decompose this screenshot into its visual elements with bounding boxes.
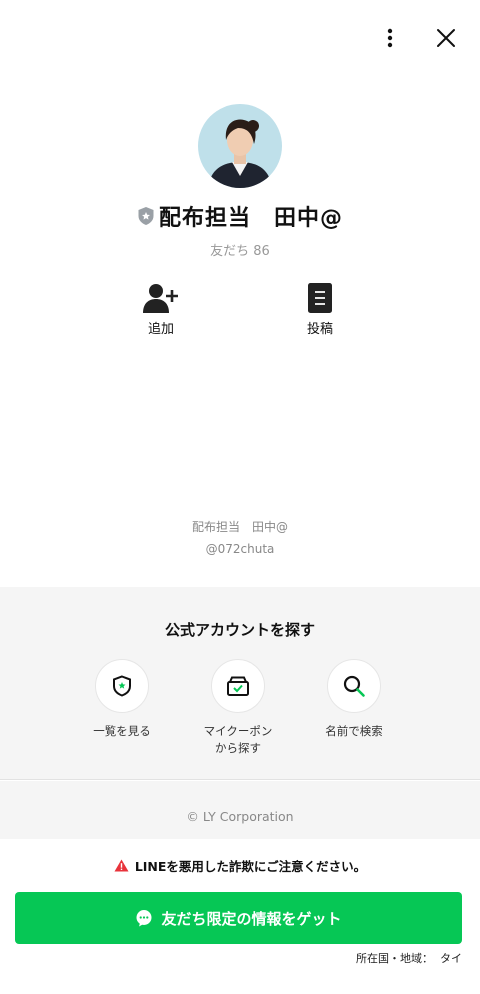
account-id: @072chuta [205, 542, 275, 556]
account-name: 配布担当 田中@ [158, 206, 343, 231]
search-by-name-label: 名前で検索 [325, 724, 383, 738]
shield-star-icon [113, 675, 131, 697]
add-friend-label: 追加 [147, 322, 174, 337]
get-friend-info-button[interactable]: 友だち限定の情報をゲット [15, 892, 462, 944]
account-display-name: 配布担当 田中@ [191, 520, 288, 534]
search-icon [343, 675, 365, 697]
post-label: 投稿 [306, 322, 333, 337]
search-by-name-button[interactable]: 名前で検索 [294, 659, 414, 740]
region-text: 所在国・地域： タイ [356, 952, 462, 965]
more-vertical-icon [387, 28, 393, 48]
cta-label: 友だち限定の情報をゲット [161, 909, 342, 928]
footer: © LY Corporation [0, 781, 480, 839]
chat-bubble-icon [136, 910, 152, 927]
discover-section: 公式アカウントを探す 一覧を見る マイクーポン から探す 名前で検索 [0, 587, 480, 780]
avatar[interactable] [198, 104, 282, 188]
line-official-account-profile: 配布担当 田中@ 友だち 86 追加 投稿 配布担当 田中@ @072chuta… [0, 0, 480, 994]
post-button[interactable]: 投稿 [280, 282, 360, 337]
close-icon [437, 29, 455, 47]
friend-count: 友だち 86 [210, 244, 270, 259]
add-friend-button[interactable]: 追加 [121, 282, 201, 337]
my-coupon-button[interactable]: マイクーポン から探す [178, 659, 298, 757]
fraud-warning: LINEを悪用した詐欺にご注意ください。 [0, 856, 480, 875]
top-bar [372, 20, 464, 56]
bottom-panel: LINEを悪用した詐欺にご注意ください。 友だち限定の情報をゲット 所在国・地域… [0, 839, 480, 994]
close-button[interactable] [428, 20, 464, 56]
discover-title: 公式アカウントを探す [164, 621, 315, 639]
add-friend-icon [143, 284, 178, 313]
account-info: 配布担当 田中@ @072chuta [0, 516, 480, 560]
my-coupon-label: マイクーポン から探す [203, 724, 273, 755]
more-menu-button[interactable] [372, 20, 408, 56]
profile-photo [198, 104, 282, 188]
profile-header: 配布担当 田中@ 友だち 86 [0, 104, 480, 259]
post-icon [308, 283, 332, 313]
warning-icon [114, 859, 129, 872]
shield-star-icon [138, 207, 154, 225]
fraud-warning-text: LINEを悪用した詐欺にご注意ください。 [134, 859, 367, 874]
browse-list-label: 一覧を見る [93, 724, 151, 738]
browse-list-button[interactable]: 一覧を見る [62, 659, 182, 740]
coupon-box-icon [227, 676, 249, 696]
copyright-text: © LY Corporation [186, 809, 294, 824]
name-row: 配布担当 田中@ [0, 200, 480, 232]
